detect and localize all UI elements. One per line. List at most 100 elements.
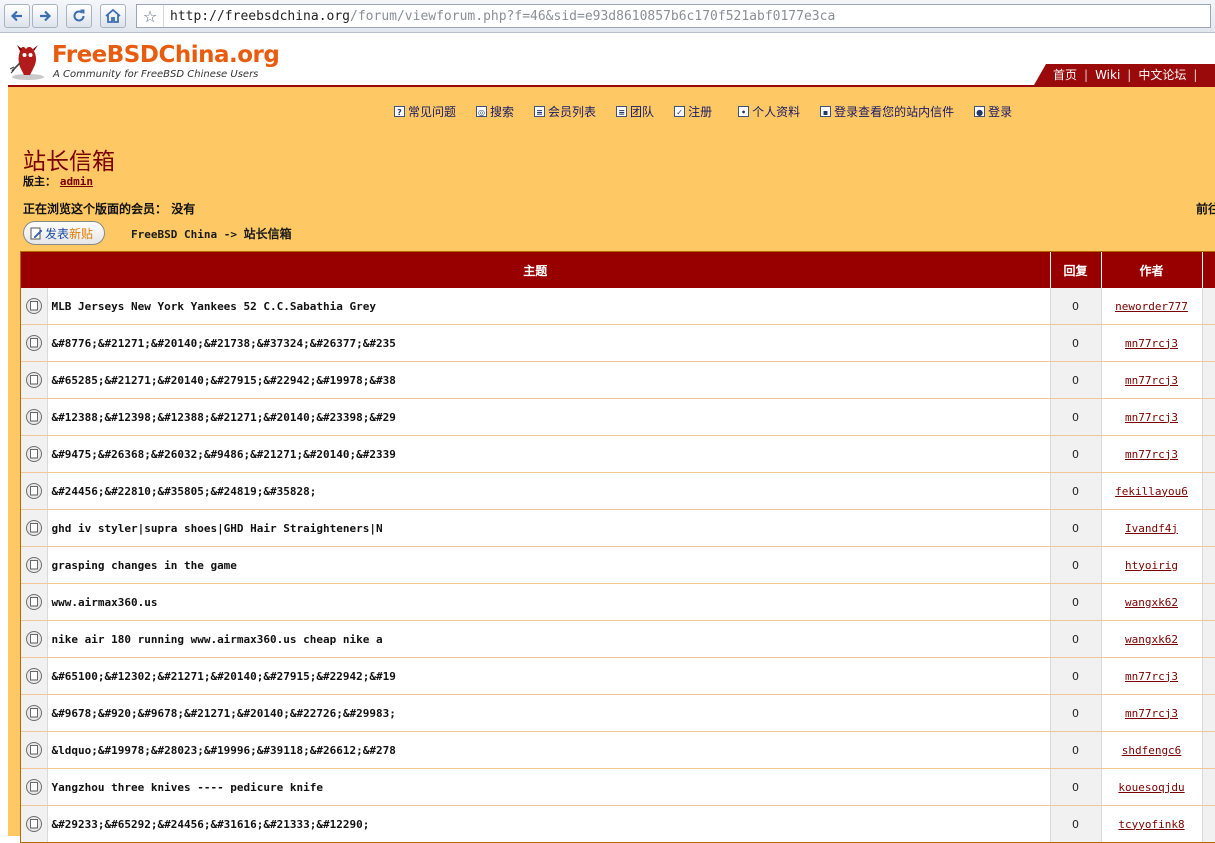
messages-icon: ▪	[820, 106, 832, 117]
reply-count: 0	[1050, 509, 1102, 547]
topic-status-icon	[21, 583, 48, 621]
author-link[interactable]: mn77rcj3	[1101, 694, 1203, 732]
author-link[interactable]: tcyyofink8	[1101, 805, 1203, 842]
moderator-link[interactable]: admin	[60, 175, 93, 188]
table-row: &#29233;&#65292;&#24456;&#31616;&#21333;…	[21, 805, 1215, 842]
reply-count: 0	[1050, 324, 1102, 362]
menu-item-login[interactable]: ● 登录	[974, 103, 1012, 120]
menu-item-profile[interactable]: • 个人资料	[738, 103, 800, 120]
jump-label: 前往	[1196, 202, 1215, 216]
topic-link[interactable]: Yangzhou three knives ---- pedicure knif…	[47, 768, 1051, 806]
topic-link[interactable]: www.airmax360.us	[47, 583, 1051, 621]
topic-status-icon	[21, 546, 48, 584]
forward-arrow-icon[interactable]	[32, 4, 58, 28]
author-link[interactable]: wangxk62	[1101, 620, 1203, 658]
bookmark-star-icon[interactable]: ☆	[137, 5, 164, 27]
author-link[interactable]: htyoirig	[1101, 546, 1203, 584]
top-link-home[interactable]: 首页	[1046, 66, 1084, 83]
reply-count: 0	[1050, 657, 1102, 695]
faq-icon: ?	[394, 106, 405, 117]
table-row: &#9678;&#920;&#9678;&#21271;&#20140;&#22…	[21, 694, 1215, 732]
topic-link[interactable]: &ldquo;&#19978;&#28023;&#19996;&#39118;&…	[47, 731, 1051, 769]
topic-link[interactable]: &#9678;&#920;&#9678;&#21271;&#20140;&#22…	[47, 694, 1051, 732]
author-link[interactable]: mn77rcj3	[1101, 324, 1203, 362]
table-row: www.airmax360.us 0 wangxk62	[21, 583, 1215, 621]
topic-link[interactable]: &#65100;&#12302;&#21271;&#20140;&#27915;…	[47, 657, 1051, 695]
profile-icon: •	[738, 106, 750, 117]
menu-item-search[interactable]: ◎ 搜索	[476, 103, 514, 120]
topic-link[interactable]: &#24456;&#22810;&#35805;&#24819;&#35828;	[47, 472, 1051, 510]
register-icon: ✓	[674, 106, 686, 117]
table-row: MLB Jerseys New York Yankees 52 C.C.Saba…	[21, 288, 1215, 325]
topic-status-icon	[21, 472, 48, 510]
header-author: 作者	[1101, 252, 1203, 288]
forum-main: ? 常见问题 ◎ 搜索 ≡ 会员列表 ≡ 团队 ✓ 注册 • 个人资料 ▪ 登录查看您的站内信…	[8, 85, 1215, 843]
logo-title[interactable]: FreeBSDChina.org	[52, 42, 280, 68]
bsd-daemon-logo[interactable]	[8, 41, 48, 81]
author-link[interactable]: mn77rcj3	[1101, 361, 1203, 399]
table-row: &ldquo;&#19978;&#28023;&#19996;&#39118;&…	[21, 731, 1215, 769]
table-cell-extra	[1202, 768, 1215, 806]
topic-status-icon	[21, 657, 48, 695]
author-link[interactable]: shdfengc6	[1101, 731, 1203, 769]
site-header: FreeBSDChina.org A Community for FreeBSD…	[0, 33, 1215, 85]
back-arrow-icon[interactable]	[4, 4, 30, 28]
author-link[interactable]: fekillayou6	[1101, 472, 1203, 510]
breadcrumb-forum[interactable]: 站长信箱	[244, 227, 292, 241]
author-link[interactable]: mn77rcj3	[1101, 657, 1203, 695]
topic-link[interactable]: MLB Jerseys New York Yankees 52 C.C.Saba…	[47, 288, 1051, 325]
table-row: &#12388;&#12398;&#12388;&#21271;&#20140;…	[21, 398, 1215, 436]
top-link-wiki[interactable]: Wiki	[1088, 68, 1127, 82]
group-icon: ≡	[616, 106, 628, 117]
menu-item-faq[interactable]: ? 常见问题	[394, 103, 456, 120]
breadcrumb: FreeBSD China -> 站长信箱	[131, 227, 292, 241]
menu-item-group[interactable]: ≡ 团队	[616, 103, 654, 120]
topic-status-icon	[21, 731, 48, 769]
address-bar[interactable]: ☆ http://freebsdchina.org/forum/viewforu…	[136, 4, 1211, 28]
home-icon[interactable]	[100, 4, 126, 28]
table-row: &#24456;&#22810;&#35805;&#24819;&#35828;…	[21, 472, 1215, 510]
header-extra	[1202, 252, 1215, 288]
reply-count: 0	[1050, 546, 1102, 584]
topic-link[interactable]: &#29233;&#65292;&#24456;&#31616;&#21333;…	[47, 805, 1051, 842]
top-link-forum[interactable]: 中文论坛	[1131, 66, 1193, 83]
table-cell-extra	[1202, 435, 1215, 473]
topic-link[interactable]: &#12388;&#12398;&#12388;&#21271;&#20140;…	[47, 398, 1051, 436]
reload-icon[interactable]	[66, 4, 92, 28]
topic-link[interactable]: &#65285;&#21271;&#20140;&#27915;&#22942;…	[47, 361, 1051, 399]
author-link[interactable]: wangxk62	[1101, 583, 1203, 621]
topic-status-icon	[21, 805, 48, 842]
reply-count: 0	[1050, 361, 1102, 399]
author-link[interactable]: neworder777	[1101, 288, 1203, 325]
search-icon: ◎	[476, 106, 488, 117]
logo-subtitle: A Community for FreeBSD Chinese Users	[53, 69, 259, 80]
author-link[interactable]: Ivandf4j	[1101, 509, 1203, 547]
table-row: ghd iv styler|supra shoes|GHD Hair Strai…	[21, 509, 1215, 547]
topic-link[interactable]: &#8776;&#21271;&#20140;&#21738;&#37324;&…	[47, 324, 1051, 362]
author-link[interactable]: kouesoqjdu	[1101, 768, 1203, 806]
reply-count: 0	[1050, 583, 1102, 621]
new-topic-button[interactable]: 发表 新贴	[23, 221, 105, 245]
menu-item-register[interactable]: ✓ 注册	[674, 103, 712, 120]
topic-link[interactable]: &#9475;&#26368;&#26032;&#9486;&#21271;&#…	[47, 435, 1051, 473]
menu-item-memberlist[interactable]: ≡ 会员列表	[534, 103, 596, 120]
table-cell-extra	[1202, 398, 1215, 436]
topic-status-icon	[21, 509, 48, 547]
reply-count: 0	[1050, 694, 1102, 732]
reply-count: 0	[1050, 435, 1102, 473]
table-row: &#9475;&#26368;&#26032;&#9486;&#21271;&#…	[21, 435, 1215, 473]
topic-status-icon	[21, 694, 48, 732]
author-link[interactable]: mn77rcj3	[1101, 398, 1203, 436]
page-title[interactable]: 站长信箱	[23, 142, 115, 176]
menu-item-messages[interactable]: ▪ 登录查看您的站内信件	[820, 103, 954, 120]
topic-link[interactable]: ghd iv styler|supra shoes|GHD Hair Strai…	[47, 509, 1051, 547]
table-row: Yangzhou three knives ---- pedicure knif…	[21, 768, 1215, 806]
topic-link[interactable]: nike air 180 running www.airmax360.us ch…	[47, 620, 1051, 658]
topic-list: MLB Jerseys New York Yankees 52 C.C.Saba…	[21, 288, 1215, 842]
breadcrumb-home[interactable]: FreeBSD China	[131, 228, 217, 241]
moderator-line: 版主： admin	[23, 175, 93, 188]
memberlist-icon: ≡	[534, 106, 546, 117]
reply-count: 0	[1050, 620, 1102, 658]
topic-link[interactable]: grasping changes in the game	[47, 546, 1051, 584]
author-link[interactable]: mn77rcj3	[1101, 435, 1203, 473]
